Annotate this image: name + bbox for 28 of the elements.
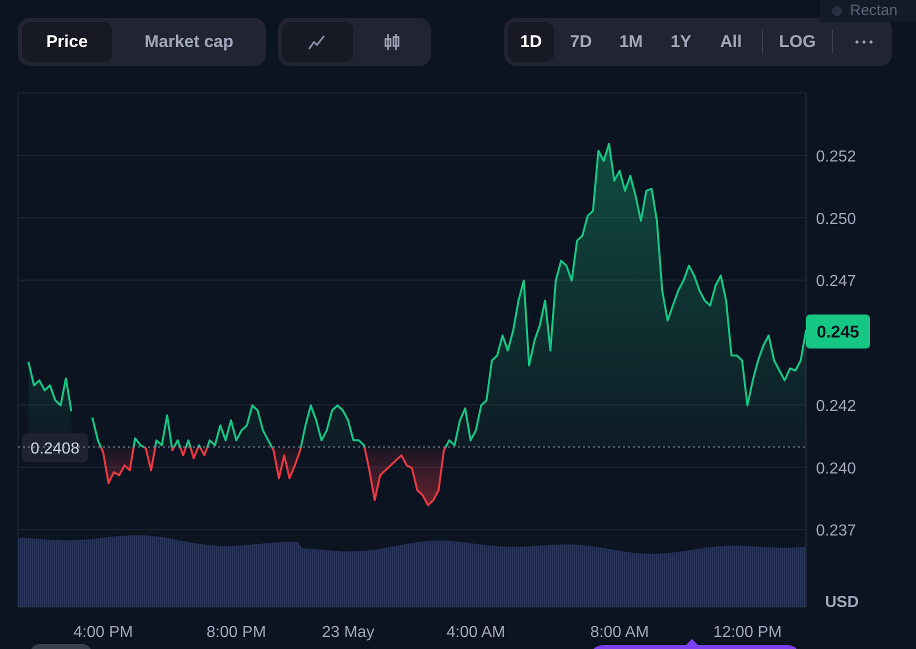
dot-icon — [832, 6, 842, 16]
y-axis-label: 0.252 — [816, 148, 856, 166]
x-axis-label: 4:00 AM — [446, 624, 506, 641]
y-axis-label: 0.237 — [816, 522, 856, 540]
overlay-label: Rectan — [850, 0, 898, 21]
baseline-label: 0.2408 — [22, 433, 88, 462]
y-axis-label: 0.240 — [816, 460, 856, 478]
x-axis-label: 8:00 PM — [206, 624, 266, 641]
partial-button[interactable] — [30, 644, 92, 649]
tab[interactable]: 1M — [608, 22, 654, 62]
y-axis-label: 0.250 — [816, 210, 856, 228]
tab[interactable]: 1Y — [658, 22, 704, 62]
x-axis-label: 23 May — [322, 624, 374, 641]
x-axis-label: 8:00 AM — [590, 624, 649, 641]
x-axis-label: 4:00 PM — [73, 624, 133, 641]
y-axis-label: 0.242 — [816, 398, 856, 415]
current-price-tag: 0.245 — [806, 314, 870, 349]
y-axis-label: 0.247 — [816, 273, 856, 290]
tab[interactable]: Price — [22, 22, 112, 62]
x-axis-label: 12:00 PM — [713, 624, 782, 641]
tab[interactable]: 1D — [508, 22, 554, 62]
tab[interactable]: 7D — [558, 22, 604, 62]
tab[interactable]: Market cap — [116, 22, 262, 62]
line-chart-icon — [308, 34, 326, 50]
log-scale-button[interactable]: LOG — [771, 22, 824, 62]
candlestick-icon — [382, 32, 402, 52]
currency-label: USD — [825, 594, 859, 611]
tab[interactable]: All — [708, 22, 754, 62]
